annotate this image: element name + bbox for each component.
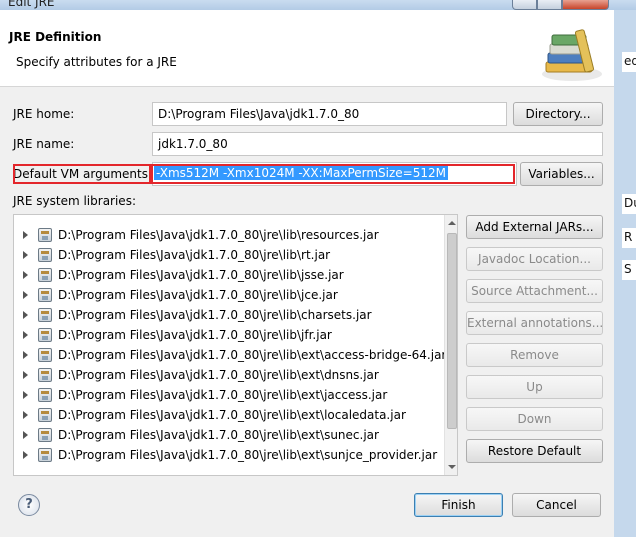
external-annotations-button[interactable]: External annotations... bbox=[466, 311, 603, 335]
jar-file-icon bbox=[38, 428, 52, 442]
library-path: D:\Program Files\Java\jdk1.7.0_80\jre\li… bbox=[58, 368, 379, 382]
expand-arrow-icon[interactable] bbox=[23, 331, 28, 339]
down-button[interactable]: Down bbox=[466, 407, 603, 431]
background-text-3: R bbox=[622, 228, 636, 248]
expand-arrow-icon[interactable] bbox=[23, 311, 28, 319]
expand-arrow-icon[interactable] bbox=[23, 371, 28, 379]
dialog-header: JRE Definition Specify attributes for a … bbox=[0, 10, 614, 87]
annotation-box-value bbox=[151, 164, 515, 184]
background-text-1: ed bbox=[622, 52, 636, 72]
scroll-down-arrow-icon[interactable] bbox=[445, 459, 457, 475]
jar-file-icon bbox=[38, 308, 52, 322]
expand-arrow-icon[interactable] bbox=[23, 351, 28, 359]
close-button[interactable] bbox=[562, 0, 609, 10]
library-row[interactable]: D:\Program Files\Java\jdk1.7.0_80\jre\li… bbox=[14, 345, 447, 365]
jar-file-icon bbox=[38, 408, 52, 422]
expand-arrow-icon[interactable] bbox=[23, 231, 28, 239]
header-subtitle: Specify attributes for a JRE bbox=[16, 55, 177, 69]
jar-file-icon bbox=[38, 328, 52, 342]
minimize-button[interactable] bbox=[512, 0, 537, 10]
system-libraries-label: JRE system libraries: bbox=[13, 194, 136, 208]
source-attachment-button[interactable]: Source Attachment... bbox=[466, 279, 603, 303]
jar-file-icon bbox=[38, 248, 52, 262]
system-libraries-list[interactable]: D:\Program Files\Java\jdk1.7.0_80\jre\li… bbox=[13, 214, 458, 476]
library-row[interactable]: D:\Program Files\Java\jdk1.7.0_80\jre\li… bbox=[14, 265, 444, 285]
jre-home-label: JRE home: bbox=[13, 107, 75, 121]
library-path: D:\Program Files\Java\jdk1.7.0_80\jre\li… bbox=[58, 408, 406, 422]
expand-arrow-icon[interactable] bbox=[23, 271, 28, 279]
library-path: D:\Program Files\Java\jdk1.7.0_80\jre\li… bbox=[58, 348, 447, 362]
vertical-scrollbar[interactable] bbox=[444, 215, 457, 475]
jar-file-icon bbox=[38, 348, 52, 362]
library-row[interactable]: D:\Program Files\Java\jdk1.7.0_80\jre\li… bbox=[14, 425, 444, 445]
window-titlebar[interactable]: Edit JRE bbox=[0, 0, 636, 10]
library-path: D:\Program Files\Java\jdk1.7.0_80\jre\li… bbox=[58, 308, 372, 322]
expand-arrow-icon[interactable] bbox=[23, 411, 28, 419]
restore-default-button[interactable]: Restore Default bbox=[466, 439, 603, 463]
expand-arrow-icon[interactable] bbox=[23, 391, 28, 399]
library-path: D:\Program Files\Java\jdk1.7.0_80\jre\li… bbox=[58, 268, 344, 282]
library-path: D:\Program Files\Java\jdk1.7.0_80\jre\li… bbox=[58, 388, 388, 402]
library-row[interactable]: D:\Program Files\Java\jdk1.7.0_80\jre\li… bbox=[14, 285, 444, 305]
up-button[interactable]: Up bbox=[466, 375, 603, 399]
jre-home-field[interactable]: D:\Program Files\Java\jdk1.7.0_80 bbox=[152, 102, 507, 126]
directory-button[interactable]: Directory... bbox=[513, 102, 603, 126]
jar-file-icon bbox=[38, 368, 52, 382]
library-row[interactable]: D:\Program Files\Java\jdk1.7.0_80\jre\li… bbox=[14, 245, 444, 265]
library-row[interactable]: D:\Program Files\Java\jdk1.7.0_80\jre\li… bbox=[14, 385, 444, 405]
background-text-2: Du bbox=[622, 194, 636, 214]
library-path: D:\Program Files\Java\jdk1.7.0_80\jre\li… bbox=[58, 328, 332, 342]
library-row[interactable]: D:\Program Files\Java\jdk1.7.0_80\jre\li… bbox=[14, 445, 444, 465]
window-title: Edit JRE bbox=[8, 0, 55, 9]
jar-file-icon bbox=[38, 268, 52, 282]
finish-button[interactable]: Finish bbox=[414, 493, 503, 517]
library-row[interactable]: D:\Program Files\Java\jdk1.7.0_80\jre\li… bbox=[14, 305, 444, 325]
jar-file-icon bbox=[38, 388, 52, 402]
maximize-button[interactable] bbox=[537, 0, 562, 10]
remove-button[interactable]: Remove bbox=[466, 343, 603, 367]
jre-name-label: JRE name: bbox=[13, 137, 75, 151]
header-title: JRE Definition bbox=[9, 30, 102, 44]
scrollbar-thumb[interactable] bbox=[447, 233, 457, 429]
window-controls bbox=[512, 0, 609, 10]
library-row[interactable]: D:\Program Files\Java\jdk1.7.0_80\jre\li… bbox=[14, 405, 444, 425]
add-external-jars-button[interactable]: Add External JARs... bbox=[466, 215, 603, 239]
expand-arrow-icon[interactable] bbox=[23, 291, 28, 299]
jar-file-icon bbox=[38, 288, 52, 302]
javadoc-location-button[interactable]: Javadoc Location... bbox=[466, 247, 603, 271]
expand-arrow-icon[interactable] bbox=[23, 251, 28, 259]
annotation-box-label bbox=[13, 164, 151, 184]
library-path: D:\Program Files\Java\jdk1.7.0_80\jre\li… bbox=[58, 228, 379, 242]
jar-file-icon bbox=[38, 228, 52, 242]
library-books-icon bbox=[542, 29, 602, 81]
expand-arrow-icon[interactable] bbox=[23, 451, 28, 459]
edit-jre-dialog: JRE Definition Specify attributes for a … bbox=[0, 10, 614, 537]
variables-button[interactable]: Variables... bbox=[520, 162, 603, 186]
help-icon[interactable]: ? bbox=[18, 494, 40, 516]
jre-name-field[interactable]: jdk1.7.0_80 bbox=[152, 132, 603, 156]
library-path: D:\Program Files\Java\jdk1.7.0_80\jre\li… bbox=[58, 248, 331, 262]
library-row[interactable]: D:\Program Files\Java\jdk1.7.0_80\jre\li… bbox=[14, 325, 444, 345]
jar-file-icon bbox=[38, 448, 52, 462]
expand-arrow-icon[interactable] bbox=[23, 431, 28, 439]
library-row[interactable]: D:\Program Files\Java\jdk1.7.0_80\jre\li… bbox=[14, 365, 444, 385]
background-text-4: S bbox=[622, 260, 636, 280]
library-path: D:\Program Files\Java\jdk1.7.0_80\jre\li… bbox=[58, 448, 438, 462]
library-path: D:\Program Files\Java\jdk1.7.0_80\jre\li… bbox=[58, 428, 379, 442]
library-path: D:\Program Files\Java\jdk1.7.0_80\jre\li… bbox=[58, 288, 338, 302]
scroll-up-arrow-icon[interactable] bbox=[445, 215, 457, 231]
library-row[interactable]: D:\Program Files\Java\jdk1.7.0_80\jre\li… bbox=[14, 225, 444, 245]
cancel-button[interactable]: Cancel bbox=[512, 493, 601, 517]
